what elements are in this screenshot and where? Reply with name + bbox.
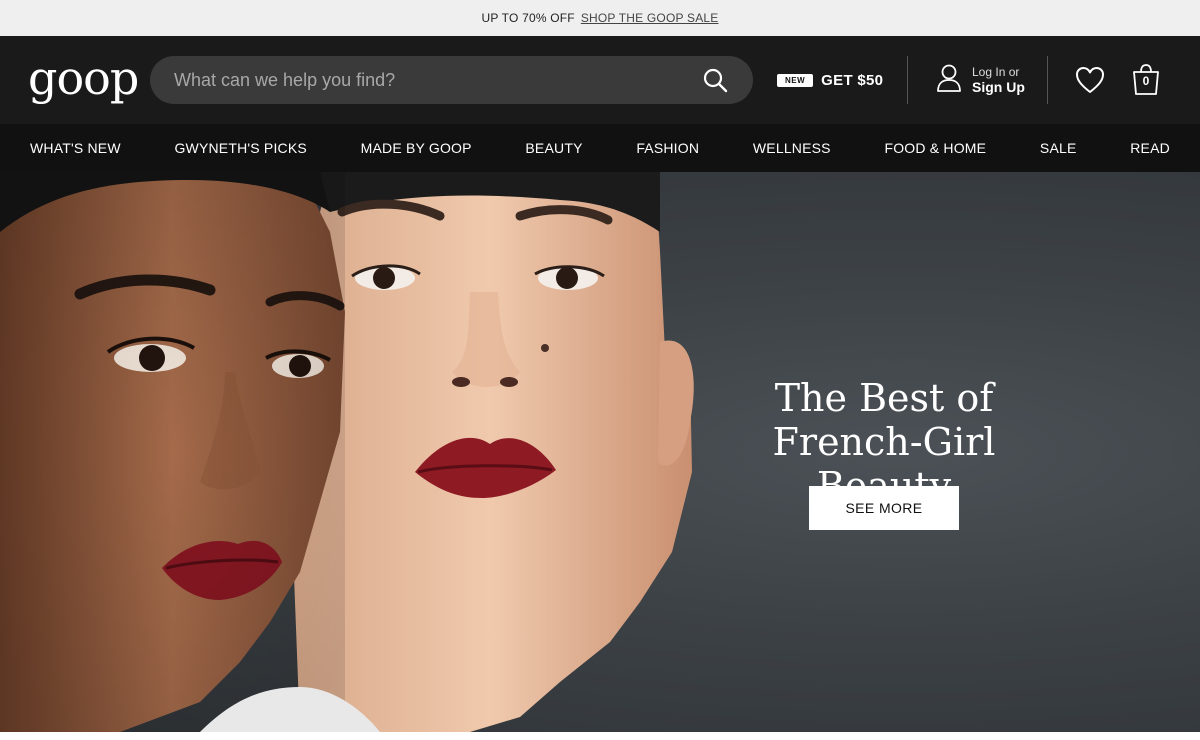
get-50-label: GET $50 [821, 71, 884, 89]
hero-headline-line1: The Best of [774, 376, 994, 420]
nav-item-beauty[interactable]: BEAUTY [525, 140, 582, 156]
cart-count: 0 [1142, 74, 1150, 88]
shopping-bag-icon[interactable]: 0 [1129, 62, 1163, 98]
hero-banner[interactable]: The Best of French-Girl Beauty SEE MORE [0, 172, 1200, 732]
see-more-button[interactable]: SEE MORE [809, 486, 959, 530]
model-left [0, 172, 345, 732]
nav-item-made-by-goop[interactable]: MADE BY GOOP [361, 140, 472, 156]
account-login-signup[interactable]: Log In or Sign Up [936, 62, 1025, 98]
new-badge: NEW [777, 73, 814, 87]
heart-icon[interactable] [1073, 64, 1107, 96]
page-bottom [0, 732, 1200, 740]
search-bar [150, 56, 753, 104]
nav-item-food-home[interactable]: FOOD & HOME [884, 140, 986, 156]
nav-item-gwyneths-picks[interactable]: GWYNETH'S PICKS [174, 140, 306, 156]
signup-text: Sign Up [972, 79, 1025, 95]
account-text: Log In or Sign Up [972, 65, 1025, 95]
model-right [290, 172, 694, 732]
shop-sale-link[interactable]: SHOP THE GOOP SALE [581, 11, 719, 25]
nav-item-sale[interactable]: SALE [1040, 140, 1077, 156]
search-input[interactable] [150, 56, 691, 104]
header-divider [1047, 56, 1048, 104]
nav-item-wellness[interactable]: WELLNESS [753, 140, 831, 156]
get-50-promo[interactable]: NEW GET $50 [777, 66, 883, 94]
login-text: Log In or [972, 65, 1020, 79]
nav-item-fashion[interactable]: FASHION [636, 140, 699, 156]
search-icon[interactable] [691, 56, 739, 104]
user-icon [936, 63, 962, 98]
promo-bar: UP TO 70% OFF SHOP THE GOOP SALE [0, 0, 1200, 36]
promo-text: UP TO 70% OFF [481, 11, 575, 25]
site-header: goop NEW GET $50 Log In or Sign Up [0, 36, 1200, 124]
nav-item-read[interactable]: READ [1130, 140, 1170, 156]
header-divider [907, 56, 908, 104]
main-nav: WHAT'S NEW GWYNETH'S PICKS MADE BY GOOP … [0, 124, 1200, 172]
goop-logo[interactable]: goop [28, 50, 139, 106]
nav-item-whats-new[interactable]: WHAT'S NEW [30, 140, 121, 156]
